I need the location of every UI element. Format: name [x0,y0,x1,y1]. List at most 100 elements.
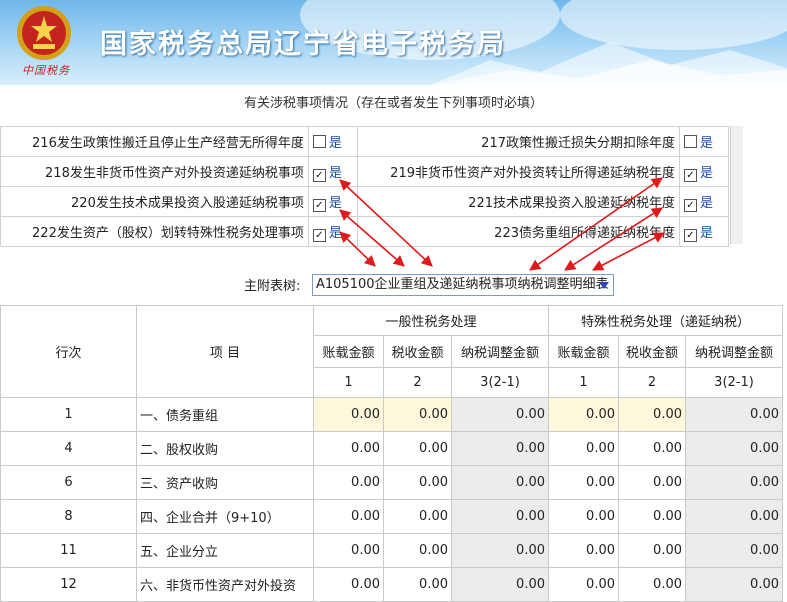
amount-input-cell[interactable]: 0.00 [548,499,619,534]
amount-input-cell[interactable]: 0.00 [313,431,384,466]
amount-calculated-cell: 0.00 [685,465,783,500]
row-item: 一、债务重组 [136,397,314,432]
adjustment-table: 行次 项 目 一般性税务处理 特殊性税务处理（递延纳税） 账载金额 税收金额 纳税调… [0,305,783,602]
amount-input-cell[interactable]: 0.00 [548,465,619,500]
checkbox[interactable]: ✓ [312,168,326,182]
checkbox-label: 是 [328,195,342,211]
amount-calculated-cell: 0.00 [451,465,549,500]
checkbox[interactable] [684,135,697,148]
tax-item-row: 222发生资产（股权）划转特殊性税务处理事项 ✓ 是 223债务重组所得递延纳税年度 ✓… [0,216,729,247]
amount-input-cell[interactable]: 0.00 [383,431,452,466]
chevron-down-icon[interactable] [599,282,609,289]
checkbox-label: 是 [328,165,342,181]
site-title: 国家税务总局辽宁省电子税务局 [100,29,506,60]
amount-input-cell[interactable]: 0.00 [313,533,384,568]
amount-calculated-cell: 0.00 [451,431,549,466]
amount-calculated-cell: 0.00 [451,499,549,534]
amount-input-cell[interactable]: 0.00 [618,431,686,466]
checkbox[interactable]: ✓ [684,168,697,182]
amount-input-cell[interactable]: 0.00 [383,465,452,500]
section-title: 有关涉税事项情况（存在或者发生下列事项时必填） [243,96,543,111]
attach-label: 主附表树: [244,279,301,294]
amount-input-cell[interactable]: 0.00 [548,533,619,568]
row-number: 11 [0,533,137,568]
amount-calculated-cell: 0.00 [451,533,549,568]
tax-item-row: 220发生技术成果投资入股递延纳税事项 ✓ 是 221技术成果投资入股递延纳税年度 ✓ 是 [0,186,729,217]
tax-items-table: 216发生政策性搬迁且停止生产经营无所得年度是 217政策性搬迁损失分期扣除年度是… [0,126,729,247]
attach-table-select[interactable]: A105100企业重组及递延纳税事项纳税调整明细表 [312,274,614,296]
amount-input-cell[interactable]: 0.00 [618,499,686,534]
header-sub-num: 2 [383,367,452,398]
right-item-label: 219非货币性资产对外投资转让所得递延纳税年度 [356,156,681,187]
checkbox[interactable] [312,135,326,148]
row-item: 五、企业分立 [136,533,314,568]
amount-calculated-cell: 0.00 [451,397,549,432]
tax-item-row: 216发生政策性搬迁且停止生产经营无所得年度是 217政策性搬迁损失分期扣除年度是 [0,126,729,157]
amount-input-cell[interactable]: 0.00 [313,465,384,500]
checkbox[interactable]: ✓ [312,198,326,212]
amount-calculated-cell: 0.00 [685,431,783,466]
checkbox-label: 是 [328,136,342,151]
header-row-no: 行次 [0,305,137,398]
tax-item-row: 218发生非货币性资产对外投资递延纳税事项 ✓ 是 219非货币性资产对外投资转让所得… [0,156,729,187]
amount-input-cell[interactable]: 0.00 [618,533,686,568]
header-sub-num: 3(2-1) [685,367,783,398]
table-row: 4 二、股权收购 0.00 0.00 0.00 0.00 0.00 0.00 [0,431,783,466]
right-item-checkbox-cell[interactable]: ✓ 是 [679,216,729,247]
left-item-checkbox-cell[interactable]: 是 [307,126,358,157]
amount-input-cell[interactable]: 0.00 [383,499,452,534]
header-sub-col: 税收金额 [383,335,452,368]
table-row: 8 四、企业合并（9+10） 0.00 0.00 0.00 0.00 0.00 0.00 [0,499,783,534]
left-item-checkbox-cell[interactable]: ✓ 是 [307,186,358,217]
left-item-checkbox-cell[interactable]: ✓ 是 [307,156,358,187]
header-sub-num: 3(2-1) [451,367,549,398]
items-scrollbar[interactable] [730,126,743,244]
header-sub-col: 税收金额 [618,335,686,368]
table-row: 11 五、企业分立 0.00 0.00 0.00 0.00 0.00 0.00 [0,533,783,568]
checkbox[interactable]: ✓ [312,228,326,242]
header-sub-num: 2 [618,367,686,398]
amount-input-cell[interactable]: 0.00 [618,567,686,602]
left-item-checkbox-cell[interactable]: ✓ 是 [307,216,358,247]
amount-input-cell[interactable]: 0.00 [618,465,686,500]
amount-input-cell[interactable]: 0.00 [313,567,384,602]
header-sub-col: 账载金额 [548,335,619,368]
tax-emblem-icon [17,6,71,60]
header-general: 一般性税务处理 [313,305,549,336]
header-sub-num: 1 [548,367,619,398]
amount-input-cell[interactable]: 0.00 [383,397,452,432]
checkbox[interactable]: ✓ [684,198,697,212]
amount-input-cell[interactable]: 0.00 [548,397,619,432]
amount-calculated-cell: 0.00 [685,533,783,568]
row-item: 六、非货币性资产对外投资 [136,567,314,602]
left-item-label: 218发生非货币性资产对外投资递延纳税事项 [0,156,309,187]
checkbox[interactable]: ✓ [684,228,697,242]
header-special: 特殊性税务处理（递延纳税） [548,305,783,336]
amount-input-cell[interactable]: 0.00 [618,397,686,432]
right-item-checkbox-cell[interactable]: ✓ 是 [679,186,729,217]
amount-calculated-cell: 0.00 [685,397,783,432]
left-item-label: 222发生资产（股权）划转特殊性税务处理事项 [0,216,309,247]
left-item-label: 216发生政策性搬迁且停止生产经营无所得年度 [0,126,309,157]
amount-input-cell[interactable]: 0.00 [383,533,452,568]
amount-input-cell[interactable]: 0.00 [313,397,384,432]
header-sub-num: 1 [313,367,384,398]
row-number: 6 [0,465,137,500]
amount-input-cell[interactable]: 0.00 [383,567,452,602]
checkbox-label: 是 [328,225,342,241]
right-item-label: 217政策性搬迁损失分期扣除年度 [356,126,681,157]
row-item: 二、股权收购 [136,431,314,466]
checkbox-label: 是 [700,165,714,181]
checkbox-label: 是 [700,225,714,241]
left-item-label: 220发生技术成果投资入股递延纳税事项 [0,186,309,217]
row-item: 四、企业合并（9+10） [136,499,314,534]
header-sub-col: 纳税调整金额 [685,335,783,368]
checkbox-label: 是 [700,136,714,151]
right-item-checkbox-cell[interactable]: ✓ 是 [679,156,729,187]
right-item-checkbox-cell[interactable]: 是 [679,126,729,157]
row-number: 8 [0,499,137,534]
amount-input-cell[interactable]: 0.00 [548,567,619,602]
amount-input-cell[interactable]: 0.00 [548,431,619,466]
table-row: 6 三、资产收购 0.00 0.00 0.00 0.00 0.00 0.00 [0,465,783,500]
amount-input-cell[interactable]: 0.00 [313,499,384,534]
